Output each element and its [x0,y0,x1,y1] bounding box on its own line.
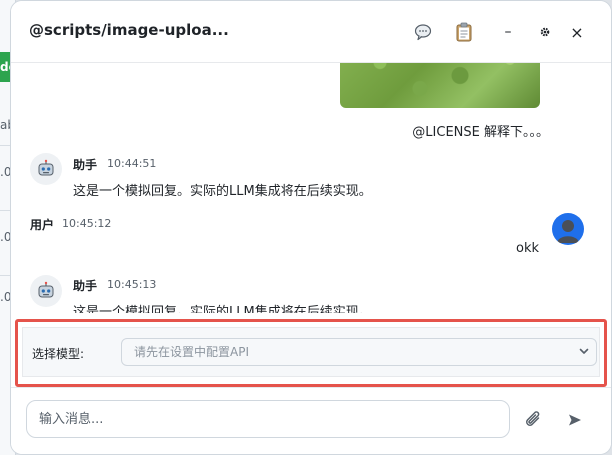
person-icon [557,220,579,243]
close-icon: × [570,22,584,42]
robot-icon [38,281,54,298]
message-sender: 助手 [73,158,98,172]
assistant-message-text: 这是一个模拟回复。实际的LLM集成将在后续实现。 [73,184,372,199]
model-select-value: 请先在设置中配置API [134,345,249,359]
settings-button[interactable] [532,19,558,45]
assistant-avatar [30,275,62,307]
message-input[interactable] [26,400,510,438]
chat-header: @scripts/image-uploa... – × [11,1,611,63]
minimize-button[interactable]: – [495,19,521,45]
model-select[interactable]: 请先在设置中配置API [121,338,597,366]
user-message-text: okk [515,241,539,256]
close-button[interactable]: × [564,19,590,45]
user-avatar [552,213,584,245]
message-timestamp: 10:45:13 [107,278,157,291]
assistant-message-text: 这是一个模拟回复。实际的LLM集成将在后续实现。 [73,305,372,313]
message-sender: 助手 [73,279,98,293]
assistant-avatar [30,153,62,185]
chevron-down-icon [579,348,589,354]
minimize-icon: – [504,24,512,40]
gear-icon [540,27,550,37]
chat-bubble-icon[interactable] [410,19,436,45]
attach-button[interactable] [520,406,548,434]
send-icon [569,414,581,426]
message-sender: 用户 [30,218,55,232]
user-message-text: @LICENSE 解释下。。。 [412,125,549,140]
robot-icon [38,159,54,176]
clipboard-icon[interactable] [451,19,477,45]
model-selector-bar: 选择模型: 请先在设置中配置API [22,327,600,377]
attached-image[interactable] [340,63,540,108]
paperclip-icon [526,411,540,426]
message-timestamp: 10:45:12 [62,217,112,230]
model-selector-label: 选择模型: [32,347,85,361]
send-button[interactable] [561,406,589,434]
message-list[interactable]: @LICENSE 解释下。。。 助手 10:44:51 这是一个模拟回复。实际的… [11,63,611,313]
message-timestamp: 10:44:51 [107,157,157,170]
model-selector-highlight: 选择模型: 请先在设置中配置API [15,319,607,387]
chat-window: @scripts/image-uploa... – × @LICENSE 解释下… [10,0,612,455]
chat-title: @scripts/image-uploa... [29,21,229,39]
composer [11,387,611,454]
